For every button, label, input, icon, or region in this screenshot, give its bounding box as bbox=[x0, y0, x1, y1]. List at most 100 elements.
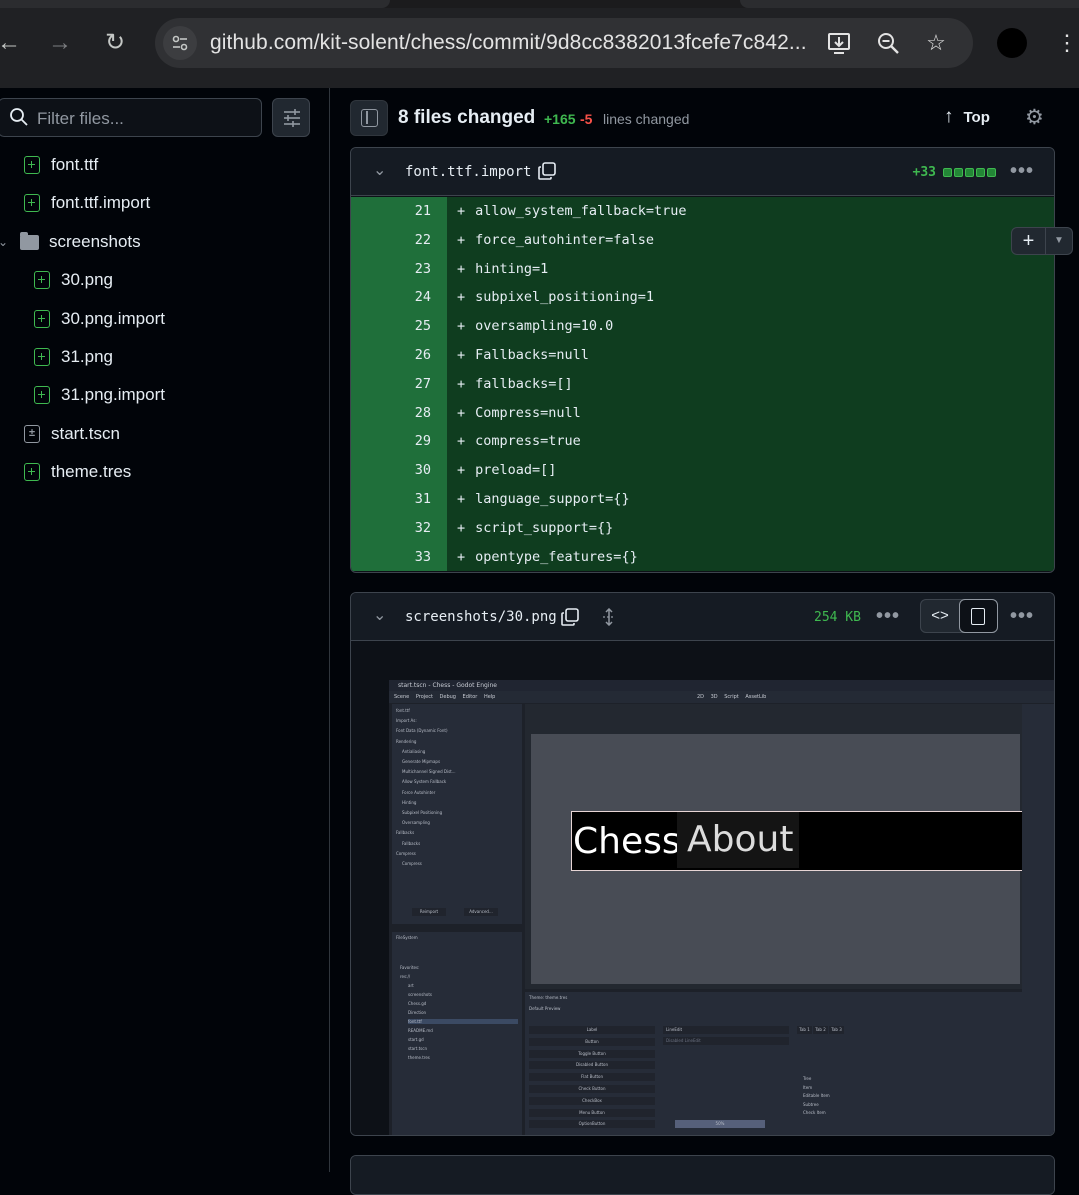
tree-file-31-png[interactable]: 31.png bbox=[34, 343, 113, 371]
line-number[interactable]: 23 bbox=[351, 254, 447, 284]
line-number[interactable]: 25 bbox=[351, 312, 447, 341]
line-number[interactable]: 32 bbox=[351, 513, 447, 543]
addition-marker: + bbox=[457, 548, 466, 565]
file-name[interactable]: font.ttf.import bbox=[405, 164, 531, 180]
file-name[interactable]: screenshots/30.png bbox=[405, 609, 557, 625]
godot-import-row: Hinting bbox=[402, 799, 417, 805]
zoom-icon[interactable] bbox=[873, 28, 903, 58]
godot-default-preview: Default Preview bbox=[529, 1006, 561, 1011]
more-options-icon[interactable]: ••• bbox=[1010, 160, 1034, 183]
line-number[interactable]: 33 bbox=[351, 542, 447, 572]
diff-line[interactable]: 31 + language_support={} bbox=[351, 484, 1054, 514]
back-arrow-icon[interactable]: ← bbox=[0, 26, 26, 60]
lines-changed-label: lines changed bbox=[603, 111, 690, 127]
godot-import-row: Import As: bbox=[396, 718, 417, 724]
godot-preview-control: Disabled Button bbox=[529, 1061, 655, 1070]
line-number[interactable]: 27 bbox=[351, 369, 447, 399]
reload-icon[interactable]: ↻ bbox=[98, 26, 132, 60]
code-text: + compress=true bbox=[447, 427, 1054, 457]
copy-icon[interactable] bbox=[538, 162, 556, 180]
line-number[interactable]: 28 bbox=[351, 398, 447, 428]
additions-count: +165 bbox=[544, 111, 576, 127]
godot-theme-editor: Theme: theme.tres Default Preview Label But… bbox=[525, 992, 1022, 1135]
diff-line[interactable]: 26 + Fallbacks=null bbox=[351, 340, 1054, 370]
top-label: Top bbox=[963, 109, 990, 126]
code-content: force_autohinter=false bbox=[475, 231, 654, 248]
tree-file-font-ttf[interactable]: font.ttf bbox=[24, 151, 98, 179]
url-text[interactable]: github.com/kit-solent/chess/commit/9d8cc… bbox=[210, 31, 807, 55]
addition-marker: + bbox=[457, 289, 466, 306]
back-to-top-button[interactable]: ↑ Top bbox=[944, 106, 990, 128]
diff-line[interactable]: 21 + allow_system_fallback=true bbox=[351, 197, 1054, 226]
godot-tree-item: Editable Item bbox=[803, 1093, 830, 1099]
site-info-icon[interactable] bbox=[163, 26, 197, 60]
godot-tree-item: Item bbox=[803, 1084, 813, 1090]
line-number[interactable]: 29 bbox=[351, 427, 447, 457]
tree-file-31-png-import[interactable]: 31.png.import bbox=[34, 381, 165, 409]
chevron-down-icon[interactable]: ⌄ bbox=[373, 605, 389, 625]
chevron-down-icon[interactable]: ⌄ bbox=[373, 160, 389, 180]
chevron-down-icon[interactable]: ▼ bbox=[1046, 228, 1072, 254]
line-number[interactable]: 22 bbox=[351, 225, 447, 255]
godot-preview-control: Check Button bbox=[529, 1085, 655, 1093]
line-number[interactable]: 21 bbox=[351, 197, 447, 226]
more-options-icon[interactable]: ••• bbox=[1010, 605, 1034, 628]
godot-disabled-line-edit: Disabled LineEdit bbox=[663, 1037, 789, 1045]
toggle-file-tree-button[interactable] bbox=[350, 100, 388, 136]
profile-avatar[interactable] bbox=[997, 28, 1027, 58]
tree-file-start-tscn[interactable]: ± start.tscn bbox=[24, 420, 120, 448]
code-content: opentype_features={} bbox=[475, 548, 638, 565]
code-view-button[interactable]: <> bbox=[921, 600, 959, 632]
install-app-icon[interactable] bbox=[825, 28, 855, 58]
line-number[interactable]: 24 bbox=[351, 283, 447, 313]
filter-files-input[interactable]: Filter files... bbox=[0, 98, 262, 137]
diff-line[interactable]: 32 + script_support={} bbox=[351, 513, 1054, 543]
copy-icon[interactable] bbox=[561, 608, 579, 626]
diff-line[interactable]: 28 + Compress=null bbox=[351, 398, 1054, 428]
godot-filesystem-item: start.tscn bbox=[408, 1046, 427, 1051]
diff-line[interactable]: 33 + opentype_features={} bbox=[351, 542, 1054, 572]
code-content: Fallbacks=null bbox=[475, 346, 589, 363]
godot-editor-screenshot: start.tscn - Chess - Godot Engine Scene … bbox=[389, 680, 1054, 1135]
line-number[interactable]: 26 bbox=[351, 340, 447, 370]
sidebar-collapse-icon bbox=[361, 109, 378, 127]
tree-file-30-png[interactable]: 30.png bbox=[34, 266, 113, 294]
godot-import-row: Fallbacks bbox=[402, 840, 421, 846]
code-content: oversampling=10.0 bbox=[475, 318, 614, 335]
tree-file-30-png-import[interactable]: 30.png.import bbox=[34, 305, 165, 333]
more-options-icon[interactable]: ••• bbox=[876, 605, 900, 628]
plus-icon[interactable]: + bbox=[1012, 228, 1046, 254]
addition-marker: + bbox=[457, 433, 466, 450]
tree-file-label: font.ttf bbox=[51, 155, 99, 174]
bookmark-star-icon[interactable]: ☆ bbox=[921, 28, 951, 58]
diff-line[interactable]: 22 + force_autohinter=false bbox=[351, 225, 1054, 255]
tree-folder-screenshots[interactable]: ⌄ screenshots bbox=[0, 228, 141, 256]
line-number[interactable]: 31 bbox=[351, 484, 447, 514]
diff-line[interactable]: 23 + hinting=1 bbox=[351, 254, 1054, 284]
diff-file-next bbox=[350, 1155, 1055, 1195]
line-number[interactable]: 30 bbox=[351, 456, 447, 485]
tab[interactable] bbox=[0, 0, 390, 8]
code-content: fallbacks=[] bbox=[475, 375, 573, 392]
diff-line[interactable]: 27 + fallbacks=[] bbox=[351, 369, 1054, 399]
code-text: + opentype_features={} bbox=[447, 542, 1054, 572]
add-comment-control[interactable]: + ▼ bbox=[1011, 227, 1073, 255]
file-view-button[interactable] bbox=[959, 599, 998, 633]
code-text: + Compress=null bbox=[447, 398, 1054, 428]
code-content: language_support={} bbox=[475, 490, 630, 507]
kebab-menu-icon[interactable]: ⋮ bbox=[1056, 26, 1078, 60]
address-bar[interactable]: github.com/kit-solent/chess/commit/9d8cc… bbox=[155, 18, 973, 68]
godot-preview-control: CheckBox bbox=[529, 1096, 655, 1105]
gear-icon[interactable]: ⚙ bbox=[1025, 105, 1044, 130]
godot-tab: Tab 1 bbox=[797, 1026, 812, 1034]
filter-options-button[interactable] bbox=[272, 98, 310, 137]
diff-line[interactable]: 29 + compress=true bbox=[351, 427, 1054, 457]
tab[interactable] bbox=[740, 0, 1079, 8]
tree-file-font-ttf-import[interactable]: font.ttf.import bbox=[24, 189, 150, 217]
expand-icon[interactable] bbox=[600, 608, 618, 626]
diff-line[interactable]: 30 + preload=[] bbox=[351, 456, 1054, 485]
tree-file-theme-tres[interactable]: theme.tres bbox=[24, 458, 131, 486]
diff-line[interactable]: 25 + oversampling=10.0 bbox=[351, 312, 1054, 341]
forward-arrow-icon[interactable]: → bbox=[43, 26, 77, 60]
diff-line[interactable]: 24 + subpixel_positioning=1 bbox=[351, 283, 1054, 313]
